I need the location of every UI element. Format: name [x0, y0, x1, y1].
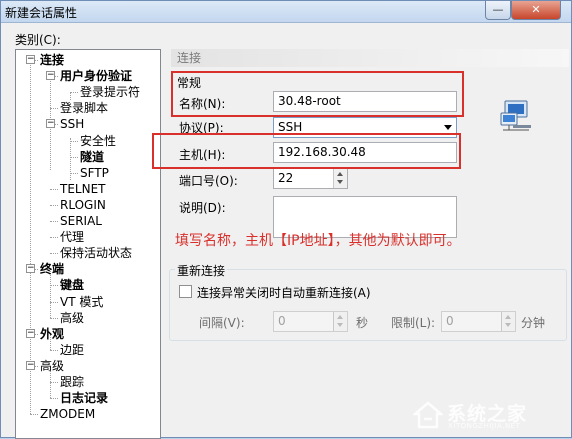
collapse-toggle-icon[interactable]: − — [46, 119, 55, 129]
reconnect-title: 重新连接 — [175, 262, 228, 279]
collapse-toggle-icon[interactable]: − — [46, 71, 55, 81]
dropdown-arrow-icon — [444, 125, 452, 130]
tree-branch-line — [35, 269, 38, 271]
tree-branch-line — [50, 382, 58, 383]
watermark-house-icon — [413, 401, 443, 429]
description-label: 说明(D): — [179, 201, 226, 215]
port-value: 22 — [278, 171, 294, 185]
watermark-subtext: XITONGZHIJIA.NET — [448, 422, 521, 430]
tree-item[interactable]: 外观 — [40, 326, 64, 342]
tree-branch-line — [70, 92, 78, 94]
tree-item[interactable]: SERIAL — [60, 213, 102, 229]
port-label: 端口号(O): — [179, 174, 238, 188]
tree-item[interactable]: RLOGIN — [60, 197, 106, 213]
limit-spinner — [501, 312, 515, 331]
limit-unit: 分钟 — [521, 316, 546, 330]
tree-branch-line — [50, 108, 58, 110]
tree-branch-line — [70, 172, 78, 174]
window-title: 新建会话属性 — [5, 6, 78, 20]
tree-item[interactable]: 登录脚本 — [60, 100, 108, 116]
close-button[interactable]: ✕ — [511, 1, 561, 20]
tree-item[interactable]: VT 模式 — [60, 294, 103, 310]
interval-label: 间隔(V): — [199, 316, 245, 330]
tree-branch-line — [50, 301, 58, 303]
tree-guide-line — [70, 92, 71, 100]
tree-item[interactable]: TELNET — [60, 181, 106, 197]
annotation-text: 填写名称，主机【IP地址】，其他为默认即可。 — [175, 233, 461, 249]
tree-item[interactable]: 终端 — [40, 261, 64, 277]
tree-branch-line — [70, 156, 78, 158]
tree-item[interactable]: 连接 — [40, 52, 64, 68]
tree-branch-line — [50, 285, 58, 287]
collapse-toggle-icon[interactable]: − — [26, 55, 35, 64]
spin-down-icon — [337, 323, 343, 327]
limit-input: 0 — [441, 311, 516, 332]
tree-branch-line — [35, 333, 38, 335]
tree-branch-line — [35, 60, 38, 61]
spin-down-icon — [505, 323, 511, 327]
title-bar: 新建会话属性 — ✕ — [1, 1, 571, 23]
tree-item[interactable]: 用户身份验证 — [60, 68, 132, 84]
auto-reconnect-checkbox[interactable] — [179, 285, 192, 298]
interval-value: 0 — [278, 314, 286, 328]
tree-branch-line — [70, 140, 78, 142]
category-label: 类别(C): — [15, 33, 61, 47]
port-spinner[interactable] — [333, 169, 347, 188]
tree-branch-line — [50, 188, 58, 190]
interval-unit: 秒 — [356, 316, 369, 330]
tree-branch-line — [50, 349, 58, 351]
tree-branch-line — [50, 317, 58, 319]
port-input[interactable]: 22 — [273, 168, 348, 189]
auto-reconnect-label: 连接异常关闭时自动重新连接(A) — [197, 286, 371, 300]
highlight-host-box — [152, 133, 461, 169]
tree-branch-line — [50, 204, 58, 206]
tree-item[interactable]: 高级 — [40, 358, 64, 374]
tree-branch-line — [55, 124, 58, 126]
tree-guide-line — [70, 138, 71, 180]
tree-item[interactable]: 安全性 — [80, 133, 116, 149]
tree-item[interactable]: 登录提示符 — [80, 84, 140, 100]
spin-up-icon — [505, 315, 511, 319]
spin-up-icon — [337, 172, 343, 176]
watermark-logo: 系统之家 XITONGZHIJIA.NET — [413, 399, 563, 433]
spin-up-icon — [337, 315, 343, 319]
tree-item[interactable]: ZMODEM — [40, 406, 95, 422]
tree-branch-line — [50, 221, 58, 222]
tree-item[interactable]: SFTP — [80, 165, 109, 181]
tree-item[interactable]: 高级 — [60, 310, 84, 326]
tree-branch-line — [30, 414, 38, 416]
interval-spinner — [333, 312, 347, 331]
protocol-value: SSH — [278, 120, 303, 134]
interval-input: 0 — [273, 311, 348, 332]
limit-label: 限制(L): — [391, 316, 436, 330]
network-computer-icon — [500, 100, 531, 131]
tree-branch-line — [35, 365, 38, 367]
dialog-window: 新建会话属性 — ✕ 类别(C): 连接 − 用户身份验证 − 登录提示符 登录脚本 SSH… — [0, 0, 572, 439]
collapse-toggle-icon[interactable]: − — [26, 360, 35, 370]
tree-item[interactable]: 保持活动状态 — [60, 245, 132, 261]
tree-item[interactable]: 边距 — [60, 342, 84, 358]
tree-item[interactable]: 隧道 — [80, 149, 104, 165]
tree-branch-line — [50, 398, 58, 400]
collapse-toggle-icon[interactable]: − — [26, 328, 35, 338]
tree-item[interactable]: 代理 — [60, 229, 84, 245]
tree-item[interactable]: 日志记录 — [60, 390, 108, 406]
minimize-button[interactable]: — — [485, 1, 511, 20]
section-title: 连接 — [171, 49, 569, 67]
highlight-name-box — [171, 71, 464, 117]
tree-item[interactable]: SSH — [60, 116, 84, 132]
tree-item[interactable]: 键盘 — [60, 277, 84, 293]
tree-branch-line — [50, 237, 58, 239]
spin-down-icon — [337, 180, 343, 184]
category-tree[interactable]: 连接 − 用户身份验证 − 登录提示符 登录脚本 SSH − 安全性 隧道 SFTP TELNET RL… — [15, 49, 161, 439]
collapse-toggle-icon[interactable]: − — [26, 264, 35, 274]
tree-item[interactable]: 跟踪 — [60, 374, 84, 390]
tree-branch-line — [55, 76, 58, 78]
tree-branch-line — [50, 253, 58, 255]
limit-value: 0 — [446, 314, 454, 328]
